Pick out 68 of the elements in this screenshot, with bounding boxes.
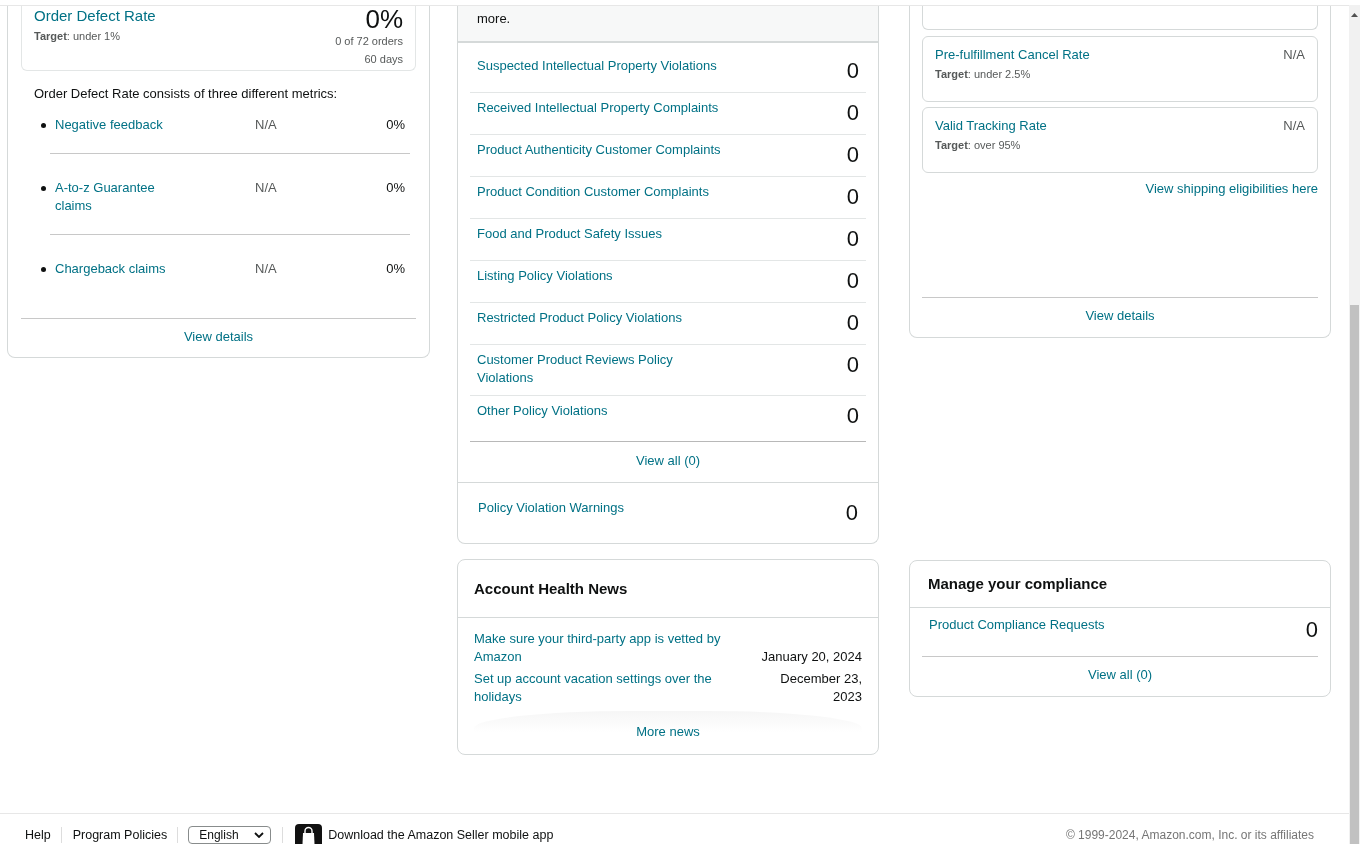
violation-link[interactable]: Food and Product Safety Issues <box>477 225 727 243</box>
period-text: 60 days <box>364 52 403 66</box>
card-title: Manage your compliance <box>928 575 1108 593</box>
metric-link[interactable]: Negative feedback <box>55 116 180 134</box>
metric-value: 0% <box>385 179 406 197</box>
news-date: January 20, 2024 <box>760 648 862 666</box>
bullet-icon <box>41 267 46 272</box>
language-select[interactable]: English <box>188 826 272 844</box>
metric-link[interactable]: Pre-fulfillment Cancel Rate <box>935 46 1090 64</box>
intro-text: Order Defect Rate consists of three different metrics: <box>34 86 339 102</box>
scrollbar[interactable] <box>1349 5 1360 844</box>
count-value: 0 <box>1305 617 1318 643</box>
more-news-link[interactable]: More news <box>636 723 700 741</box>
count-value: 0 <box>845 500 858 526</box>
status-text: N/A <box>255 116 277 134</box>
count-value: 0 <box>846 310 859 336</box>
count-value: 0 <box>846 58 859 84</box>
target-text: Target: under 2.5% <box>935 67 1032 81</box>
violation-link[interactable]: Product Condition Customer Complaints <box>477 183 727 201</box>
count-value: 0 <box>846 100 859 126</box>
footer-link[interactable]: Program Policies <box>72 826 168 844</box>
count-value: 0 <box>846 184 859 210</box>
violation-link[interactable]: Listing Policy Violations <box>477 267 727 285</box>
target-text: Target: under 1% <box>34 29 121 43</box>
chevron-down-icon <box>254 832 265 838</box>
orders-text: 0 of 72 orders <box>335 34 403 48</box>
metric-value: 0% <box>385 116 406 134</box>
metric-link[interactable]: Valid Tracking Rate <box>935 117 1047 135</box>
card-title: Account Health News <box>474 579 628 598</box>
count-value: 0 <box>846 142 859 168</box>
news-date: December 23, 2023 <box>779 670 862 706</box>
intro-text: more. <box>477 11 511 26</box>
violation-link[interactable]: Received Intellectual Property Complaints <box>477 99 727 117</box>
copyright-text: © 1999-2024, Amazon.com, Inc. or its affiliates <box>1065 827 1314 844</box>
metric-value: 0% <box>365 6 403 32</box>
target-text: Target: over 95% <box>935 138 1022 152</box>
metric-link[interactable]: Chargeback claims <box>55 260 180 278</box>
app-download-link[interactable]: Download the Amazon Seller mobile app <box>328 826 554 844</box>
violation-link[interactable]: Restricted Product Policy Violations <box>477 309 727 327</box>
count-value: 0 <box>846 226 859 252</box>
news-link[interactable]: Set up account vacation settings over the holidays <box>474 670 736 706</box>
view-all-link[interactable]: View all (0) <box>635 452 701 470</box>
status-text: N/A <box>1283 46 1305 64</box>
compliance-link[interactable]: Product Compliance Requests <box>929 616 1105 634</box>
violation-link[interactable]: Suspected Intellectual Property Violations <box>477 57 727 75</box>
news-link[interactable]: Make sure your third-party app is vetted by Amazon <box>474 630 736 666</box>
metric-value: 0% <box>385 260 406 278</box>
view-all-link[interactable]: View all (0) <box>1087 666 1153 684</box>
metric-link[interactable]: Order Defect Rate <box>34 7 156 25</box>
status-text: N/A <box>255 179 277 197</box>
view-details-link[interactable]: View details <box>183 328 254 346</box>
warnings-link[interactable]: Policy Violation Warnings <box>478 499 624 517</box>
metric-link[interactable]: A-to-z Guarantee claims <box>55 179 180 215</box>
violation-link[interactable]: Product Authenticity Customer Complaints <box>477 141 727 159</box>
footer-link[interactable]: Help <box>25 826 51 844</box>
violation-link[interactable]: Customer Product Reviews Policy Violations <box>477 351 727 387</box>
view-details-link[interactable]: View details <box>1085 307 1155 325</box>
scrollbar-thumb[interactable] <box>1350 305 1359 844</box>
up-arrow-icon[interactable] <box>1351 13 1358 17</box>
count-value: 0 <box>846 268 859 294</box>
violation-link[interactable]: Other Policy Violations <box>477 402 727 420</box>
count-value: 0 <box>846 352 859 378</box>
status-text: N/A <box>255 260 277 278</box>
count-value: 0 <box>846 403 859 429</box>
bullet-icon <box>41 186 46 191</box>
eligibility-link[interactable]: View shipping eligibilities here <box>1145 180 1318 198</box>
bullet-icon <box>41 123 46 128</box>
status-text: N/A <box>1283 117 1305 135</box>
